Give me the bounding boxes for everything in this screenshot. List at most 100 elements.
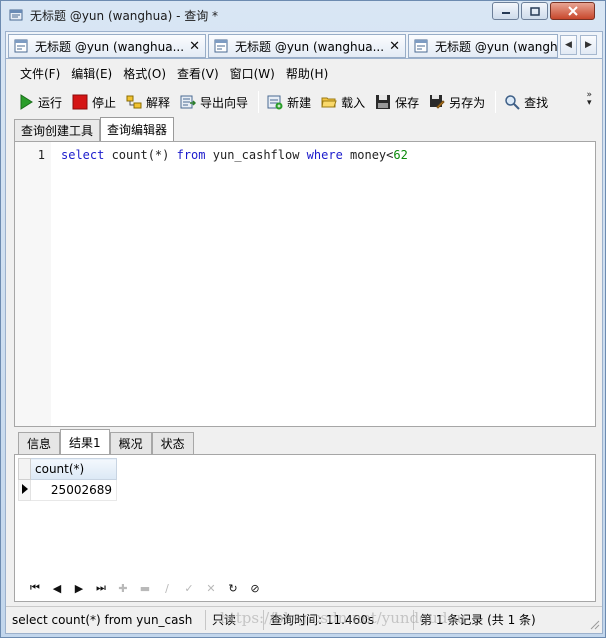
status-bar: select count(*) from yun_cash 只读 查询时间: 1… — [6, 606, 602, 632]
sql-code-line[interactable]: select count(*) from yun_cashflow where … — [61, 148, 408, 162]
chevron-left-icon: ◀ — [565, 40, 572, 50]
save-button[interactable]: 保存 — [375, 90, 419, 114]
app-window: 无标题 @yun (wanghua) - 查询 * 无标题 @yun (wang… — [0, 0, 606, 638]
close-button[interactable] — [550, 2, 595, 20]
sql-table-name: yun_cashflow — [205, 148, 307, 162]
window-title: 无标题 @yun (wanghua) - 查询 * — [30, 9, 219, 23]
load-button[interactable]: 载入 — [321, 90, 365, 114]
first-record-button[interactable]: ⏮ — [24, 579, 46, 597]
next-record-button[interactable]: ▶ — [68, 579, 90, 597]
row-indicator — [18, 479, 31, 501]
doc-tab-1[interactable]: 无标题 @yun (wanghua... ✕ — [8, 34, 206, 58]
close-tab-icon[interactable]: ✕ — [189, 39, 200, 54]
tab-info[interactable]: 信息 — [18, 432, 61, 454]
tab-result1[interactable]: 结果1 — [60, 429, 110, 454]
folder-open-icon — [321, 97, 337, 108]
new-query-icon — [267, 95, 283, 110]
check-icon: ✓ — [184, 581, 194, 595]
close-icon — [567, 6, 578, 16]
find-label: 查找 — [524, 95, 549, 110]
status-query-time: 查询时间: 11.460s — [264, 609, 414, 630]
close-tab-icon[interactable]: ✕ — [389, 39, 400, 54]
add-record-button[interactable]: ✚ — [112, 579, 134, 597]
refresh-button[interactable]: ↻ — [222, 579, 244, 597]
document-tab-strip: 无标题 @yun (wanghua... ✕ 无标题 @yun (wanghua… — [5, 31, 603, 59]
pencil-icon: ∕ — [165, 581, 169, 595]
sql-condition: money< — [342, 148, 394, 162]
tab-scroll-left-button[interactable]: ◀ — [560, 35, 577, 55]
tab-query-editor[interactable]: 查询编辑器 — [100, 117, 175, 141]
maximize-button[interactable] — [521, 2, 548, 20]
find-button[interactable]: 查找 — [504, 90, 548, 114]
tab-query-builder[interactable]: 查询创建工具 — [14, 119, 101, 141]
navicat-app-icon — [9, 9, 23, 21]
save-icon — [376, 95, 391, 109]
toolbar-separator — [495, 91, 497, 113]
last-record-icon: ⏭ — [96, 581, 106, 594]
new-button[interactable]: 新建 — [267, 90, 311, 114]
save-as-button[interactable]: 另存为 — [429, 90, 485, 114]
doc-tab-label: 无标题 @yun (wanghua... — [235, 39, 385, 54]
tab-profile[interactable]: 概况 — [109, 432, 152, 454]
cross-icon: ✕ — [206, 581, 216, 595]
doc-tab-label: 无标题 @yun (wanghu — [435, 39, 557, 54]
table-row[interactable]: 25002689 — [18, 479, 117, 501]
sql-expression: count(*) — [104, 148, 177, 162]
explain-icon — [126, 95, 142, 109]
sql-keyword-select: select — [61, 148, 105, 162]
status-sql-text: select count(*) from yun_cash — [6, 609, 206, 630]
export-label: 导出向导 — [200, 95, 249, 110]
menu-view[interactable]: 查看(V) — [177, 65, 219, 82]
stop-icon — [72, 94, 88, 110]
menu-help[interactable]: 帮助(H) — [286, 65, 328, 82]
edit-record-button[interactable]: ∕ — [156, 579, 178, 597]
query-tab-icon — [214, 39, 228, 53]
line-number-gutter: 1 — [15, 142, 51, 426]
sql-editor[interactable]: 1 select count(*) from yun_cashflow wher… — [14, 141, 596, 427]
doc-tab-2[interactable]: 无标题 @yun (wanghua... ✕ — [208, 34, 406, 58]
explain-label: 解释 — [146, 95, 171, 110]
last-record-button[interactable]: ⏭ — [90, 579, 112, 597]
export-wizard-button[interactable]: 导出向导 — [180, 90, 248, 114]
status-record-count: 第 1 条记录 (共 1 条) — [420, 613, 536, 627]
result-tabs: 信息 结果1 概况 状态 — [18, 429, 194, 454]
row-header-corner — [18, 458, 31, 480]
table-cell[interactable]: 25002689 — [30, 479, 117, 501]
toolbar-overflow-chevron-icon[interactable]: » ▾ — [586, 91, 592, 108]
tab-scroll-right-button[interactable]: ▶ — [580, 35, 597, 55]
line-number: 1 — [37, 148, 45, 162]
query-window: 文件(F) 编辑(E) 格式(O) 查看(V) 窗口(W) 帮助(H) 运行 停… — [5, 59, 603, 634]
search-icon — [505, 95, 520, 110]
explain-button[interactable]: 解释 — [126, 90, 170, 114]
save-as-icon — [430, 95, 445, 109]
delete-record-button[interactable]: ▬ — [134, 579, 156, 597]
doc-tab-3[interactable]: 无标题 @yun (wanghu — [408, 34, 558, 58]
toolbar-separator — [258, 91, 260, 113]
refresh-icon: ↻ — [228, 581, 238, 595]
minimize-button[interactable] — [492, 2, 519, 20]
sql-keyword-where: where — [306, 148, 343, 162]
menu-window[interactable]: 窗口(W) — [230, 65, 275, 82]
menu-format[interactable]: 格式(O) — [123, 65, 166, 82]
prev-record-button[interactable]: ◀ — [46, 579, 68, 597]
status-read-only: 只读 — [206, 609, 264, 630]
save-as-label: 另存为 — [449, 95, 486, 110]
stop-fetch-button[interactable]: ⊘ — [244, 579, 266, 597]
current-row-arrow-icon — [21, 484, 28, 494]
run-button[interactable]: 运行 — [18, 90, 62, 114]
menu-edit[interactable]: 编辑(E) — [71, 65, 112, 82]
query-tab-icon — [14, 39, 28, 53]
stop-button[interactable]: 停止 — [72, 90, 116, 114]
column-header[interactable]: count(*) — [30, 458, 117, 480]
discard-button[interactable]: ✕ — [200, 579, 222, 597]
tab-status[interactable]: 状态 — [151, 432, 194, 454]
minimize-icon — [501, 12, 510, 14]
menu-file[interactable]: 文件(F) — [20, 65, 60, 82]
apply-button[interactable]: ✓ — [178, 579, 200, 597]
sql-number-literal: 62 — [393, 148, 408, 162]
export-icon — [180, 95, 197, 109]
doc-tab-label: 无标题 @yun (wanghua... — [35, 39, 185, 54]
resize-grip-icon[interactable] — [588, 618, 600, 630]
plus-icon: ✚ — [118, 581, 128, 595]
first-record-icon: ⏮ — [30, 581, 40, 594]
